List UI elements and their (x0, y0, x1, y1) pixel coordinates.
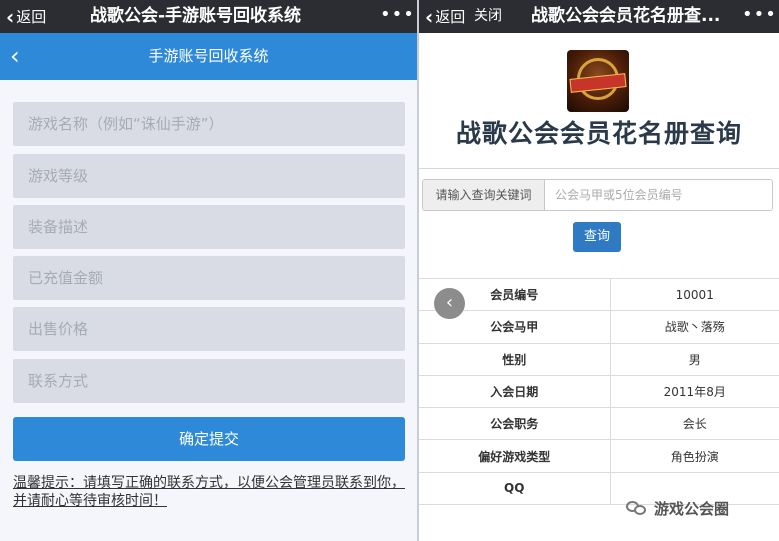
row-value: 2011年8月 (610, 374, 779, 409)
table-row: 公会马甲 战歌丶落殇 (419, 310, 779, 344)
more-menu-icon[interactable]: ••• (380, 0, 415, 33)
wechat-close-button[interactable]: 关闭 (474, 0, 502, 33)
row-value: 战歌丶落殇 (610, 310, 779, 344)
row-value: 男 (610, 342, 779, 376)
search-label: 请输入查询关键词 (423, 180, 545, 210)
row-key: QQ (419, 471, 611, 506)
row-key: 公会职务 (419, 407, 611, 441)
row-value: 会长 (610, 407, 779, 441)
table-row: 公会职务 会长 (419, 407, 779, 441)
watermark: 游戏公会圈 (626, 497, 729, 519)
chevron-left-icon: ‹ (425, 4, 434, 29)
watermark-text: 游戏公会圈 (654, 499, 730, 518)
game-name-field[interactable]: 游戏名称（例如“诛仙手游”） (13, 102, 405, 146)
row-key: 性别 (419, 342, 611, 376)
wechat-top-bar: ‹ 返回 关闭 战歌公会会员花名册查... ••• (419, 0, 779, 33)
wechat-icon (626, 499, 648, 517)
more-menu-icon[interactable]: ••• (742, 0, 777, 33)
app-header: 手游账号回收系统 ‹ (0, 33, 417, 80)
table-row: 偏好游戏类型 角色扮演 (419, 439, 779, 473)
row-value: 10001 (610, 277, 779, 312)
sale-price-field[interactable]: 出售价格 (13, 307, 405, 351)
wechat-top-bar: ‹ 返回 战歌公会-手游账号回收系统 ••• (0, 0, 417, 33)
row-key: 入会日期 (419, 374, 611, 409)
floating-back-icon[interactable]: ‹ (434, 288, 465, 319)
tip-text: 温馨提示：请填写正确的联系方式，以便公会管理员联系到你，并请耐心等待审核时间！ (13, 475, 405, 509)
member-info-table: 会员编号 10001 公会马甲 战歌丶落殇 性别 男 入会日期 2011年8月 … (419, 277, 779, 506)
submit-button[interactable]: 确定提交 (13, 417, 405, 461)
search-input[interactable]: 公会马甲或5位会员编号 (545, 180, 772, 210)
divider-line (419, 168, 779, 169)
wechat-back-button[interactable]: ‹ 返回 (6, 0, 46, 33)
table-row: 性别 男 (419, 342, 779, 376)
contact-field[interactable]: 联系方式 (13, 359, 405, 403)
wechat-title: 战歌公会会员花名册查... (531, 6, 721, 26)
chevron-left-icon: ‹ (6, 4, 15, 29)
wechat-back-button[interactable]: ‹ 返回 (425, 0, 465, 33)
recharged-amount-field[interactable]: 已充值金额 (13, 256, 405, 300)
wechat-title: 战歌公会-手游账号回收系统 (90, 6, 302, 26)
back-label: 返回 (16, 8, 47, 26)
page-title: 战歌公会会员花名册查询 (455, 119, 742, 148)
roster-query-screen: ‹ 返回 关闭 战歌公会会员花名册查... ••• 战歌公会会员花名册查询 请输… (419, 0, 779, 541)
table-row: 会员编号 10001 (419, 277, 779, 312)
guild-logo-icon (567, 50, 629, 112)
header-back-icon[interactable]: ‹ (10, 41, 20, 71)
row-value: 角色扮演 (610, 439, 779, 473)
query-button[interactable]: 查询 (573, 222, 621, 252)
table-row: 入会日期 2011年8月 (419, 374, 779, 409)
recycle-system-screen: ‹ 返回 战歌公会-手游账号回收系统 ••• 手游账号回收系统 ‹ 游戏名称（例… (0, 0, 417, 541)
page-title: 手游账号回收系统 (148, 47, 269, 65)
search-group: 请输入查询关键词 公会马甲或5位会员编号 (422, 179, 773, 211)
back-label: 返回 (435, 8, 466, 26)
equipment-description-field[interactable]: 装备描述 (13, 205, 405, 249)
row-key: 偏好游戏类型 (419, 439, 611, 473)
game-level-field[interactable]: 游戏等级 (13, 154, 405, 198)
